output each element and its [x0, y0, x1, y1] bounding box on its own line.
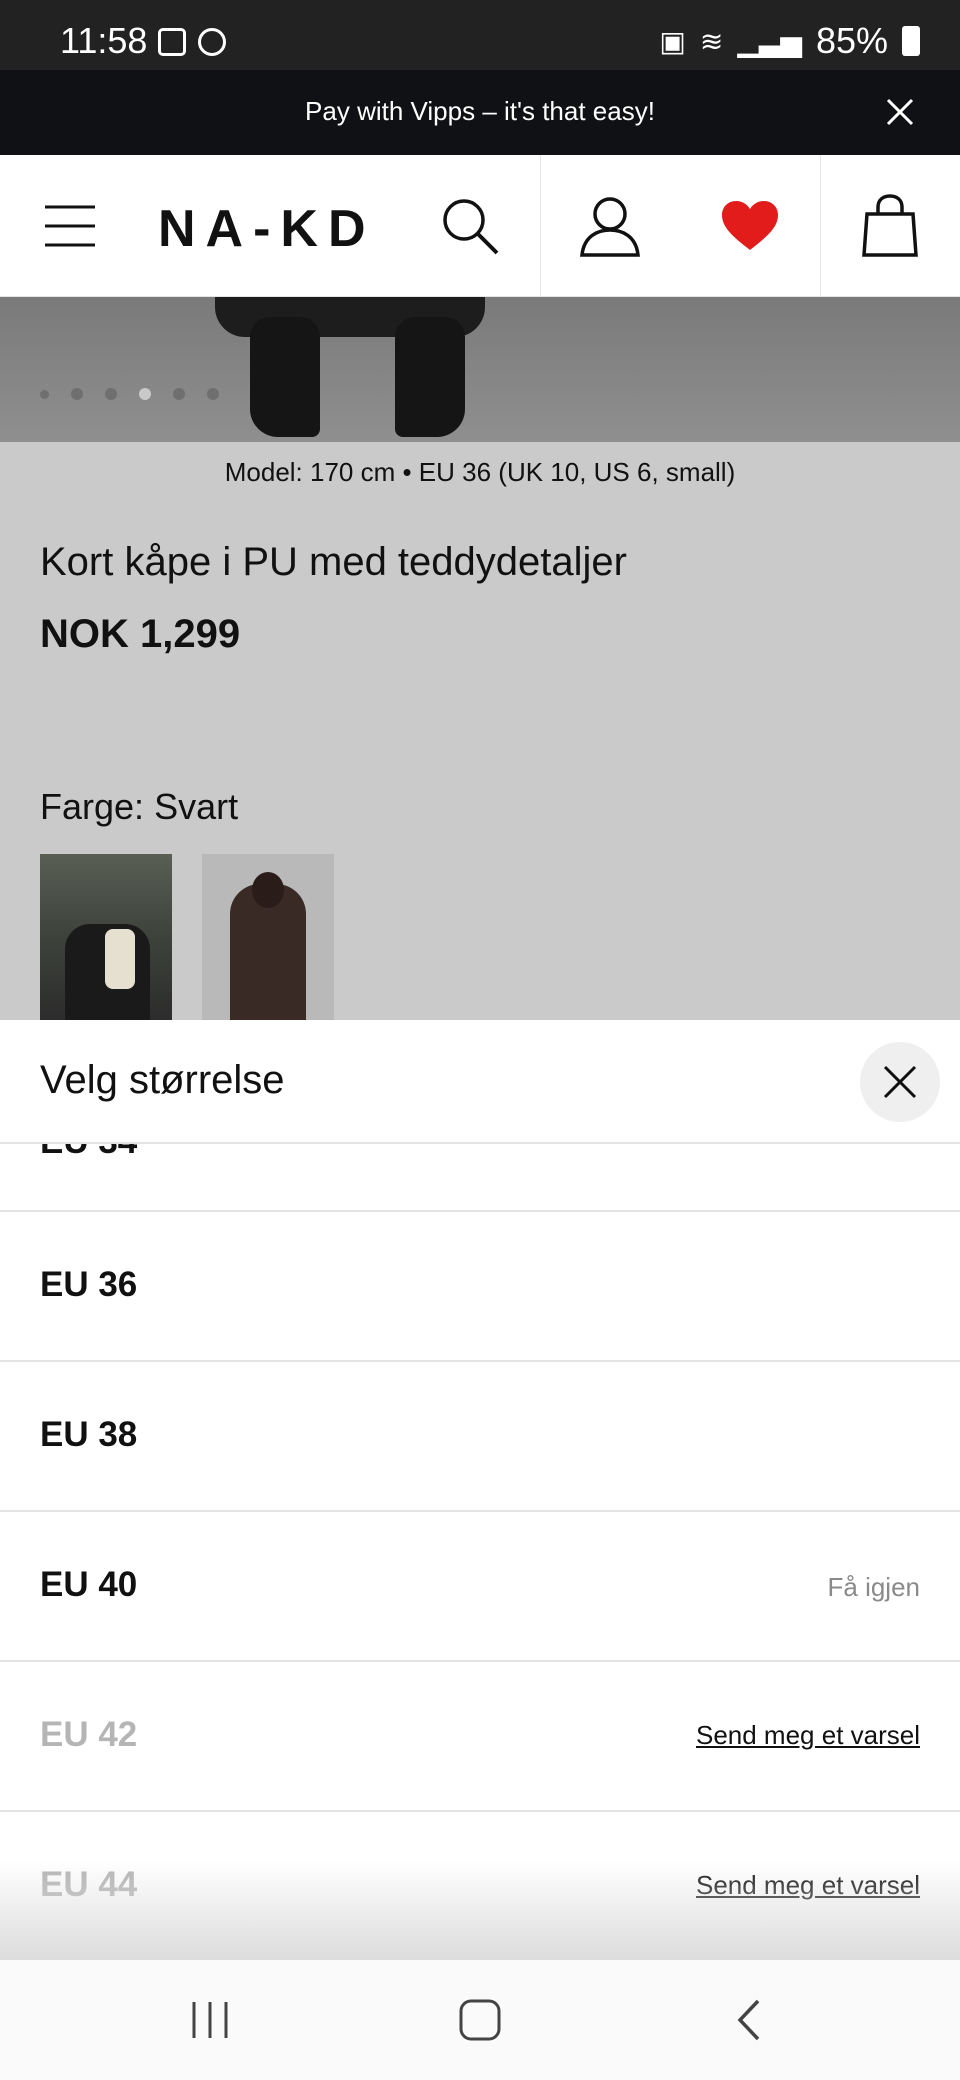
color-value: Svart — [154, 786, 239, 827]
swatch-head — [252, 872, 284, 908]
promo-text: Pay with Vipps – it's that easy! — [305, 96, 655, 126]
size-row[interactable]: EU 36 — [0, 1212, 960, 1362]
battery-saver-icon: ▣ — [659, 25, 686, 57]
size-label: EU 38 — [40, 1415, 138, 1454]
battery-icon — [902, 26, 920, 56]
header-divider — [540, 155, 541, 297]
size-row-out-of-stock: EU 44 Send meg et varsel — [0, 1812, 960, 1962]
gallery-dot[interactable] — [40, 389, 49, 399]
product-image-boot — [395, 317, 465, 437]
size-label-partial: EU 34 — [40, 1144, 137, 1162]
promo-banner: Pay with Vipps – it's that easy! — [0, 70, 960, 155]
size-row[interactable]: EU 40 Få igjen — [0, 1512, 960, 1662]
back-icon — [737, 1999, 760, 2041]
model-size-info: Model: 170 cm • EU 36 (UK 10, US 6, smal… — [224, 457, 736, 487]
home-icon — [459, 1999, 501, 2041]
wifi-icon: ≋ — [699, 25, 724, 57]
swatch-detail — [105, 929, 135, 989]
gallery-pagination — [40, 388, 219, 400]
color-swatch-2[interactable] — [202, 854, 334, 1024]
site-header: NA-KD — [0, 155, 960, 297]
low-stock-label: Få igjen — [827, 1572, 921, 1602]
size-row-partial[interactable]: EU 34 — [0, 1144, 960, 1212]
home-button[interactable] — [450, 1990, 510, 2050]
gallery-notification-icon — [158, 28, 186, 56]
size-row-out-of-stock: EU 42 Send meg et varsel — [0, 1662, 960, 1812]
size-picker-sheet: Velg størrelse EU 34 EU 36 EU 38 EU 40 F… — [0, 1020, 960, 1962]
gallery-dot-active[interactable] — [139, 388, 151, 400]
search-icon — [443, 199, 499, 255]
color-selection-label: Farge: Svart — [40, 786, 238, 828]
product-image-boot — [250, 317, 320, 437]
gallery-dot[interactable] — [173, 388, 185, 400]
close-size-picker-button[interactable] — [860, 1042, 940, 1122]
close-icon — [883, 1065, 917, 1099]
gallery-dot[interactable] — [71, 388, 83, 400]
close-icon — [886, 98, 914, 126]
shopping-bag-icon — [862, 194, 918, 257]
wishlist-button[interactable] — [710, 155, 790, 297]
gallery-dot[interactable] — [207, 388, 219, 400]
recents-button[interactable] — [180, 1990, 240, 2050]
signal-icon: ▁▃▅ — [737, 25, 802, 57]
close-promo-button[interactable] — [880, 92, 920, 132]
product-image[interactable] — [0, 297, 960, 442]
status-time: 11:58 — [60, 20, 148, 61]
size-label: EU 36 — [40, 1265, 138, 1304]
product-info: Model: 170 cm • EU 36 (UK 10, US 6, smal… — [0, 442, 960, 1024]
heart-icon — [722, 201, 778, 250]
size-list[interactable]: EU 34 EU 36 EU 38 EU 40 Få igjen EU 42 S… — [0, 1144, 960, 1980]
notify-me-link[interactable]: Send meg et varsel — [696, 1720, 920, 1751]
account-button[interactable] — [570, 155, 650, 297]
menu-button[interactable] — [30, 155, 110, 297]
status-bar: 11:58 ▣ ≋ ▁▃▅ 85% — [0, 0, 960, 70]
size-label: EU 44 — [40, 1865, 138, 1904]
product-title: Kort kåpe i PU med teddydetaljer — [40, 540, 627, 584]
color-swatch-1[interactable] — [40, 854, 172, 1024]
size-label: EU 42 — [40, 1715, 138, 1754]
product-price: NOK 1,299 — [40, 612, 241, 656]
app-notification-icon — [198, 28, 226, 56]
battery-percent: 85% — [815, 20, 888, 61]
size-picker-title: Velg størrelse — [40, 1058, 285, 1102]
brand-logo[interactable]: NA-KD — [158, 199, 376, 259]
notify-me-link[interactable]: Send meg et varsel — [696, 1870, 920, 1901]
recents-icon — [192, 2002, 228, 2038]
size-picker-header: Velg størrelse — [0, 1020, 960, 1144]
color-label: Farge: — [40, 786, 145, 827]
gallery-dot[interactable] — [105, 388, 117, 400]
system-nav-bar — [0, 1960, 960, 2080]
size-label: EU 40 — [40, 1565, 138, 1604]
size-row[interactable]: EU 38 — [0, 1362, 960, 1512]
cart-button[interactable] — [850, 155, 930, 297]
user-icon — [580, 197, 640, 257]
back-button[interactable] — [720, 1990, 780, 2050]
header-divider — [820, 155, 821, 297]
search-button[interactable] — [430, 155, 510, 297]
hamburger-icon — [45, 205, 95, 247]
